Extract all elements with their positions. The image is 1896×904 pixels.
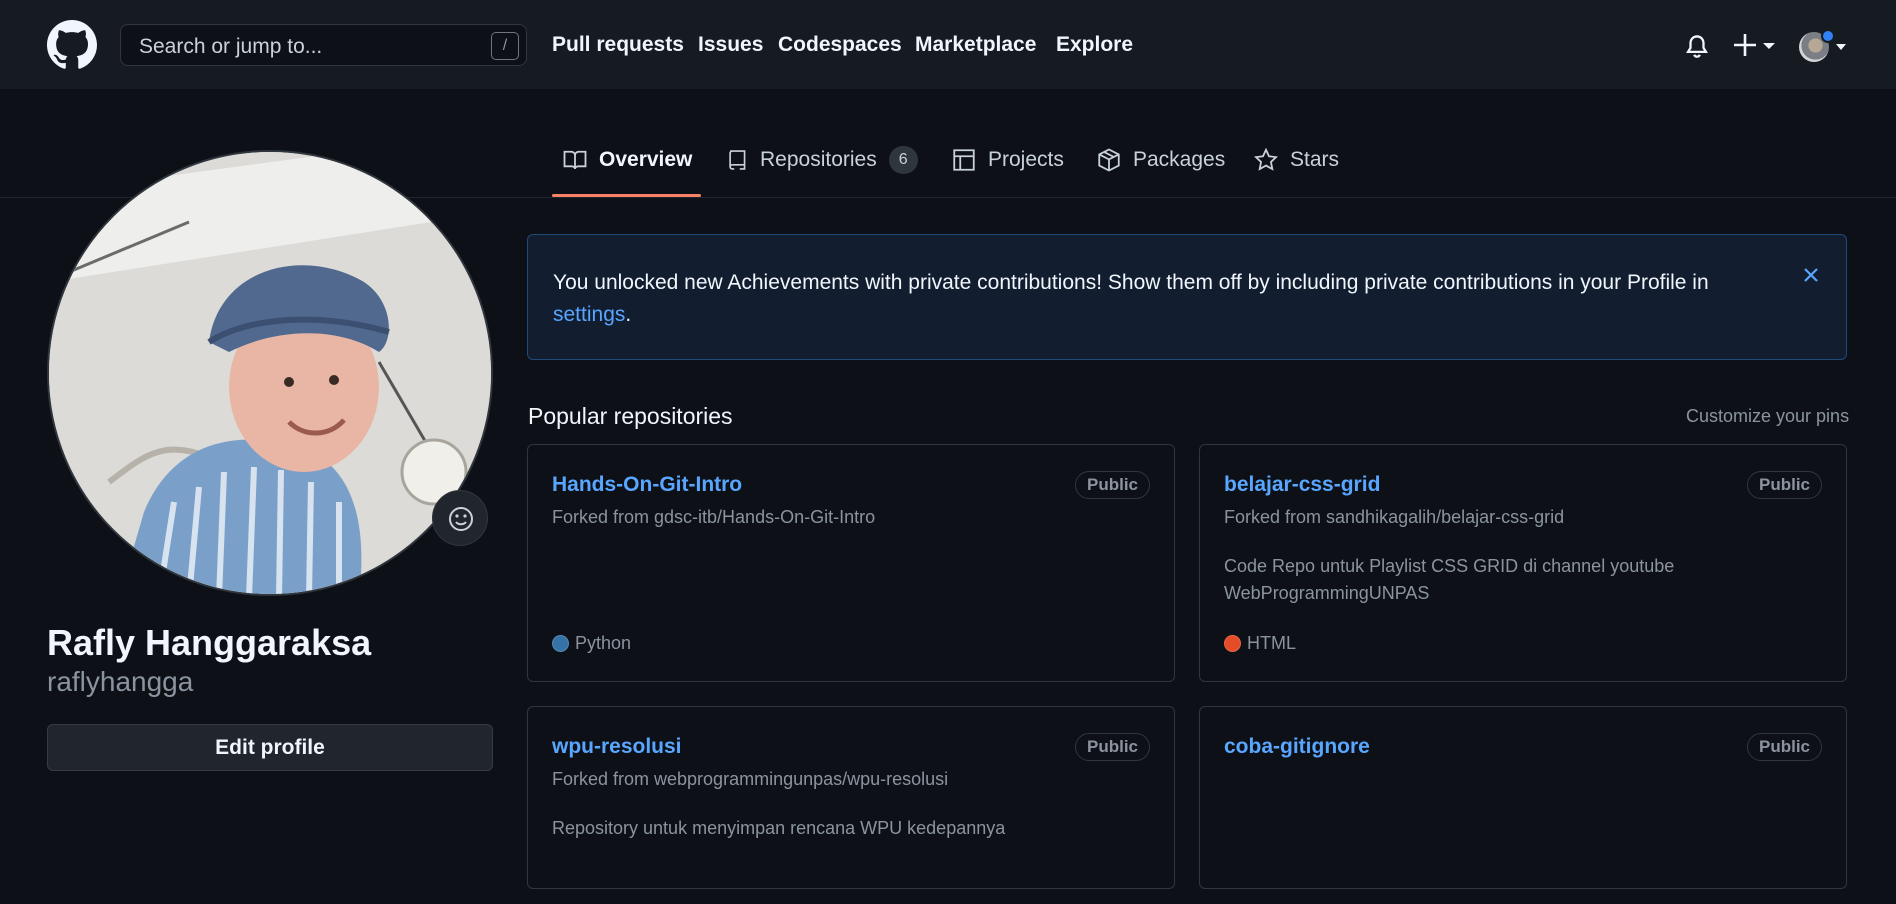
repo-name-link[interactable]: Hands-On-Git-Intro [552,473,742,497]
tab-overview[interactable]: Overview [563,148,692,198]
repo-language: Python [552,633,631,654]
tab-packages-label: Packages [1133,148,1226,171]
forked-from-text: Forked from webprogrammingunpas/wpu-reso… [552,769,949,789]
search-input[interactable]: Search or jump to... / [120,24,527,66]
banner-message: You unlocked new Achievements with priva… [553,267,1773,331]
edit-profile-button[interactable]: Edit profile [47,724,493,771]
repo-card: Hands-On-Git-Intro Public Forked from gd… [527,444,1175,682]
tab-stars[interactable]: Stars [1254,148,1339,198]
repo-icon [729,150,746,170]
customize-pins-link[interactable]: Customize your pins [1686,406,1849,427]
visibility-badge: Public [1746,471,1822,499]
repo-description: Code Repo untuk Playlist CSS GRID di cha… [1224,556,1675,603]
search-shortcut-key: / [491,32,519,60]
book-icon [563,150,587,170]
tab-stars-label: Stars [1290,148,1340,171]
repo-language: HTML [1224,633,1296,654]
repo-card: coba-gitignore Public [1199,706,1847,889]
language-label: Python [575,633,632,653]
nav-issues[interactable]: Issues [698,33,763,57]
banner-text: You unlocked new Achievements with priva… [553,271,1709,294]
nav-codespaces[interactable]: Codespaces [778,33,902,57]
notification-dot [1821,29,1835,43]
tab-repositories-label: Repositories [760,148,877,171]
repo-name-link[interactable]: coba-gitignore [1224,735,1370,759]
star-icon [1254,148,1278,171]
nav-pull-requests[interactable]: Pull requests [552,33,684,57]
popular-repositories-heading: Popular repositories [528,403,733,429]
repo-name-link[interactable]: belajar-css-grid [1224,473,1380,497]
repo-description: Repository untuk menyimpan rencana WPU k… [552,818,1006,838]
profile-full-name: Rafly Hanggaraksa [47,622,372,663]
forked-from-text: Forked from sandhikagalih/belajar-css-gr… [1224,507,1565,527]
language-color-dot [1224,635,1241,652]
language-label: HTML [1247,633,1296,653]
global-header: Search or jump to... / Pull requests Iss… [0,0,1896,89]
achievements-banner: You unlocked new Achievements with priva… [527,234,1847,360]
repo-card: wpu-resolusi Public Forked from webprogr… [527,706,1175,889]
smiley-icon [449,507,473,531]
tab-projects[interactable]: Projects [952,148,1064,198]
nav-explore[interactable]: Explore [1056,33,1133,57]
tab-packages[interactable]: Packages [1097,148,1225,198]
language-color-dot [552,635,569,652]
set-status-button[interactable] [432,490,488,546]
chevron-down-icon[interactable] [1836,44,1846,50]
forked-from-text: Forked from gdsc-itb/Hands-On-Git-Intro [552,507,876,527]
close-icon[interactable] [1801,265,1821,285]
profile-photo [49,152,491,594]
visibility-badge: Public [1746,733,1822,761]
tab-repositories[interactable]: Repositories 6 [726,146,918,198]
profile-avatar[interactable] [47,150,493,596]
search-placeholder: Search or jump to... [139,35,323,58]
repo-card: belajar-css-grid Public Forked from sand… [1199,444,1847,682]
profile-username: raflyhangga [47,666,194,697]
bell-icon[interactable] [1684,33,1710,61]
tab-projects-label: Projects [988,148,1064,171]
active-tab-indicator [552,194,701,197]
banner-suffix: . [625,303,632,326]
repo-name-link[interactable]: wpu-resolusi [552,735,682,759]
repositories-counter: 6 [888,146,918,174]
nav-marketplace[interactable]: Marketplace [915,33,1036,57]
github-logo-icon[interactable] [47,20,97,70]
package-icon [1098,148,1120,172]
visibility-badge: Public [1074,471,1150,499]
visibility-badge: Public [1074,733,1150,761]
project-table-icon [953,149,975,171]
tab-overview-label: Overview [599,148,693,171]
settings-link[interactable]: settings [553,303,625,326]
plus-icon[interactable] [1733,31,1779,59]
